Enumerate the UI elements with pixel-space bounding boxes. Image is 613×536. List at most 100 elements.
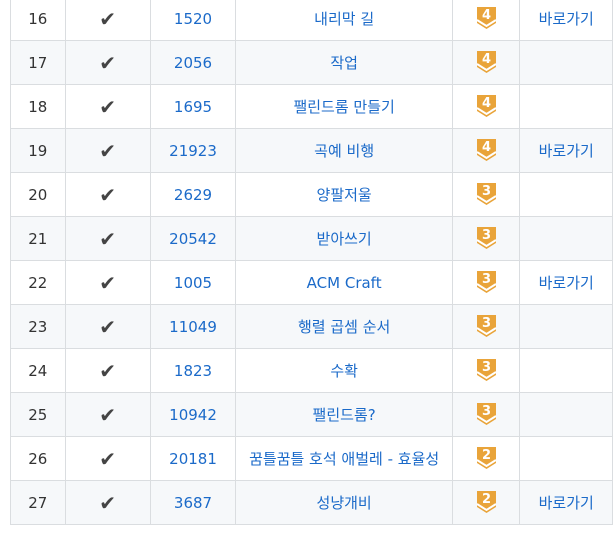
shortcut-cell: 바로가기 <box>519 0 613 41</box>
svg-text:3: 3 <box>482 316 491 331</box>
svg-text:2: 2 <box>482 448 491 463</box>
shortcut-link[interactable]: 바로가기 <box>539 274 594 292</box>
shortcut-cell: 바로가기 <box>519 128 613 173</box>
shortcut-link[interactable]: 바로가기 <box>539 142 594 160</box>
svg-text:4: 4 <box>482 140 491 155</box>
problem-id-link[interactable]: 1005 <box>174 274 212 292</box>
svg-text:3: 3 <box>482 228 491 243</box>
tier-badge-icon: 3 <box>476 226 497 249</box>
problem-title-link[interactable]: 수확 <box>330 362 358 380</box>
tier-cell: 3 <box>451 348 521 393</box>
problem-title-cell: 성냥개비 <box>235 480 453 525</box>
shortcut-cell: 바로가기 <box>519 480 613 525</box>
table-row: 26 ✔ 20181 꿈틀꿈틀 호석 애벌레 - 효율성 2 <box>10 436 613 481</box>
tier-cell: 2 <box>451 480 521 525</box>
row-number: 21 <box>10 216 66 261</box>
table-row: 27 ✔ 3687 성냥개비 2 바로가기 <box>10 480 613 525</box>
check-icon: ✔ <box>64 260 151 305</box>
problem-id-link[interactable]: 1520 <box>174 10 212 28</box>
tier-badge-icon: 3 <box>476 314 497 337</box>
problem-id-link[interactable]: 11049 <box>169 318 217 336</box>
problem-title-cell: 팰린드롬 만들기 <box>235 84 453 129</box>
problem-title-cell: 곡예 비행 <box>235 128 453 173</box>
problem-title-link[interactable]: 내리막 길 <box>314 10 374 28</box>
shortcut-cell <box>519 436 613 481</box>
problem-title-link[interactable]: 성냥개비 <box>317 494 372 512</box>
problem-id-link[interactable]: 20542 <box>169 230 217 248</box>
problem-id-link[interactable]: 21923 <box>169 142 217 160</box>
table-row: 23 ✔ 11049 행렬 곱셈 순서 3 <box>10 304 613 349</box>
tier-cell: 4 <box>451 84 521 129</box>
problem-title-link[interactable]: 작업 <box>330 54 358 72</box>
shortcut-link[interactable]: 바로가기 <box>539 494 594 512</box>
problem-title-cell: ACM Craft <box>235 260 453 305</box>
problem-title-link[interactable]: 받아쓰기 <box>317 230 372 248</box>
svg-text:4: 4 <box>482 52 491 67</box>
tier-badge-icon: 3 <box>476 182 497 205</box>
check-icon: ✔ <box>64 392 151 437</box>
problem-id-link[interactable]: 3687 <box>174 494 212 512</box>
problem-id-cell: 10942 <box>149 392 237 437</box>
tier-cell: 3 <box>451 260 521 305</box>
problem-id-cell: 20181 <box>149 436 237 481</box>
table-row: 20 ✔ 2629 양팔저울 3 <box>10 172 613 217</box>
problem-id-cell: 2629 <box>149 172 237 217</box>
check-icon: ✔ <box>64 84 151 129</box>
problem-id-link[interactable]: 1823 <box>174 362 212 380</box>
check-icon: ✔ <box>64 216 151 261</box>
svg-text:3: 3 <box>482 360 491 375</box>
problem-id-link[interactable]: 2056 <box>174 54 212 72</box>
svg-text:4: 4 <box>482 8 491 23</box>
problem-title-link[interactable]: ACM Craft <box>307 274 382 292</box>
problem-title-link[interactable]: 팰린드롬? <box>313 406 376 424</box>
table-row: 24 ✔ 1823 수확 3 <box>10 348 613 393</box>
table-row: 22 ✔ 1005 ACM Craft 3 바로가기 <box>10 260 613 305</box>
problem-id-link[interactable]: 10942 <box>169 406 217 424</box>
problem-id-cell: 1005 <box>149 260 237 305</box>
problem-id-cell: 1520 <box>149 0 237 41</box>
check-icon: ✔ <box>64 348 151 393</box>
problem-id-link[interactable]: 20181 <box>169 450 217 468</box>
tier-badge-icon: 3 <box>476 358 497 381</box>
tier-cell: 2 <box>451 436 521 481</box>
check-icon: ✔ <box>64 436 151 481</box>
row-number: 24 <box>10 348 66 393</box>
problem-id-link[interactable]: 1695 <box>174 98 212 116</box>
problem-title-cell: 행렬 곱셈 순서 <box>235 304 453 349</box>
tier-badge-icon: 4 <box>476 94 497 117</box>
svg-text:3: 3 <box>482 272 491 287</box>
problem-title-link[interactable]: 행렬 곱셈 순서 <box>298 318 390 336</box>
shortcut-link[interactable]: 바로가기 <box>539 10 594 28</box>
row-number: 18 <box>10 84 66 129</box>
tier-badge-icon: 2 <box>476 490 497 513</box>
problem-title-link[interactable]: 양팔저울 <box>317 186 372 204</box>
problem-title-cell: 팰린드롬? <box>235 392 453 437</box>
check-icon: ✔ <box>64 40 151 85</box>
row-number: 22 <box>10 260 66 305</box>
tier-badge-icon: 4 <box>476 50 497 73</box>
problem-title-link[interactable]: 꿈틀꿈틀 호석 애벌레 - 효율성 <box>249 450 439 468</box>
table-row: 17 ✔ 2056 작업 4 <box>10 40 613 85</box>
problem-id-link[interactable]: 2629 <box>174 186 212 204</box>
problem-title-cell: 수확 <box>235 348 453 393</box>
problem-id-cell: 1823 <box>149 348 237 393</box>
tier-badge-icon: 3 <box>476 270 497 293</box>
tier-cell: 3 <box>451 216 521 261</box>
tier-cell: 3 <box>451 392 521 437</box>
tier-badge-icon: 4 <box>476 138 497 161</box>
tier-cell: 3 <box>451 304 521 349</box>
row-number: 27 <box>10 480 66 525</box>
table-row: 25 ✔ 10942 팰린드롬? 3 <box>10 392 613 437</box>
shortcut-cell <box>519 392 613 437</box>
problem-title-link[interactable]: 곡예 비행 <box>314 142 374 160</box>
problem-title-link[interactable]: 팰린드롬 만들기 <box>293 98 394 116</box>
shortcut-cell: 바로가기 <box>519 260 613 305</box>
problem-id-cell: 1695 <box>149 84 237 129</box>
table-row: 18 ✔ 1695 팰린드롬 만들기 4 <box>10 84 613 129</box>
problem-id-cell: 20542 <box>149 216 237 261</box>
row-number: 20 <box>10 172 66 217</box>
tier-cell: 4 <box>451 40 521 85</box>
check-icon: ✔ <box>64 0 151 41</box>
shortcut-cell <box>519 84 613 129</box>
svg-text:3: 3 <box>482 184 491 199</box>
